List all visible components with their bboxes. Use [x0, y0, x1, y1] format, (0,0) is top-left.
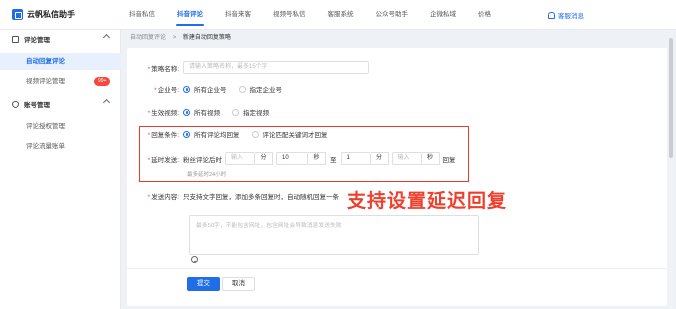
sidebar-group-label: 账号管理 — [24, 102, 50, 109]
content-row: *发送内容: 只支持文字回复，添加多条回复时，自动随机回复一条 — [127, 191, 339, 201]
nav-channels-dm[interactable]: 视频号私信 — [262, 0, 317, 30]
content-label: *发送内容: — [147, 194, 179, 201]
delay-hint: 最多延时24小时 — [187, 172, 227, 178]
radio-dot — [232, 108, 239, 116]
radio-dot — [251, 130, 259, 138]
chevron-up-icon — [102, 33, 111, 42]
cancel-button[interactable]: 取消 — [222, 277, 255, 291]
sidebar-item-video-comments[interactable]: 视频评论管理 99+ — [0, 73, 121, 90]
scrollbar-thumb[interactable] — [669, 38, 673, 158]
strategy-name-label: *策略名称: — [147, 65, 179, 73]
nav-douyin-laike[interactable]: 抖音来客 — [214, 0, 262, 30]
emoji-icon[interactable] — [191, 256, 198, 263]
delay-prefix: 粉丝评论后时 — [183, 156, 222, 164]
breadcrumb-parent[interactable]: 自动回复评论 — [130, 35, 166, 41]
breadcrumb-separator: > — [172, 35, 177, 41]
radio-all-accounts[interactable]: 所有企业号 — [183, 84, 227, 94]
unit-minutes: 分 — [255, 152, 273, 165]
delay-from-minutes-input[interactable]: 输入 — [225, 152, 255, 165]
nav-douyin-dm[interactable]: 抖音私信 — [118, 0, 166, 30]
unit-seconds: 秒 — [308, 152, 326, 165]
sidebar-item-label: 视频评论管理 — [26, 78, 65, 85]
app-logo[interactable]: 云帆私信助手 — [12, 9, 75, 20]
radio-dot — [183, 130, 190, 138]
submit-button[interactable]: 提交 — [187, 277, 220, 291]
delay-to-seconds-input[interactable]: 输入 — [391, 152, 422, 165]
service-message-label: 客服消息 — [558, 13, 584, 20]
delay-from-seconds-input[interactable]: 10 — [276, 152, 308, 165]
condition-label: *回复条件: — [147, 132, 179, 139]
sidebar-item-auto-reply[interactable]: 自动回复评论 — [0, 53, 121, 70]
scrollbar[interactable] — [669, 30, 673, 309]
nav-price[interactable]: 价格 — [467, 0, 502, 30]
radio-keyword-match[interactable]: 评论匹配关键词才回复 — [251, 129, 328, 139]
breadcrumb: 自动回复评论 > 新建自动回复策略 — [130, 31, 231, 45]
delay-to-minutes-input[interactable]: 1 — [340, 152, 371, 165]
delay-to-label: 至 — [330, 156, 337, 164]
radio-specific-account[interactable]: 指定企业号 — [238, 84, 282, 94]
bell-icon — [548, 11, 555, 19]
sidebar-group-comment[interactable]: 评论管理 — [0, 30, 121, 48]
logo-icon — [12, 9, 23, 20]
content-description: 只支持文字回复，添加多条回复时，自动随机回复一条 — [183, 194, 339, 201]
radio-dot — [238, 85, 246, 93]
nav-service-system[interactable]: 客服系统 — [317, 0, 365, 30]
delay-label: *延时发送: — [147, 156, 179, 164]
strategy-name-row: *策略名称: 请输入策略名称，最多15个字 — [127, 61, 369, 74]
nav-official-account[interactable]: 公众号助手 — [365, 0, 420, 30]
shield-icon — [12, 100, 19, 108]
chevron-up-icon — [102, 98, 111, 107]
count-badge: 99+ — [94, 77, 111, 86]
divider — [127, 268, 667, 269]
sidebar: 评论管理 自动回复评论 视频评论管理 99+ 账号管理 评论授权管理 评论流量账… — [0, 30, 121, 309]
radio-specific-video[interactable]: 指定视频 — [232, 107, 269, 117]
delay-suffix: 回复 — [442, 156, 456, 164]
app-title: 云帆私信助手 — [27, 10, 75, 19]
account-label: *企业号: — [154, 87, 179, 94]
strategy-name-input[interactable]: 请输入策略名称，最多15个字 — [183, 61, 369, 74]
unit-seconds: 秒 — [421, 152, 440, 165]
comment-manage-icon — [12, 35, 19, 43]
nav-wecom[interactable]: 企微私域 — [419, 0, 467, 30]
sidebar-group-label: 评论管理 — [24, 37, 50, 44]
video-label: *生效视频: — [147, 110, 179, 117]
sidebar-group-account[interactable]: 账号管理 — [0, 95, 121, 113]
top-navbar: 云帆私信助手 抖音私信 抖音评论 抖音来客 视频号私信 客服系统 公众号助手 企… — [0, 0, 676, 30]
condition-row: *回复条件: 所有评论均回复 评论匹配关键词才回复 — [127, 129, 340, 139]
radio-all-videos[interactable]: 所有视频 — [183, 107, 220, 117]
sidebar-item-flow-bill[interactable]: 评论流量账单 — [0, 138, 121, 155]
radio-dot — [183, 108, 190, 116]
content-textarea[interactable]: 最多50字，不能包含网址，包含网址会导致消息发送失败 — [189, 215, 479, 255]
service-message-link[interactable]: 客服消息 — [548, 10, 584, 20]
strategy-form-card: *策略名称: 请输入策略名称，最多15个字 *企业号: 所有企业号 指定企业号 … — [127, 48, 667, 306]
video-row: *生效视频: 所有视频 指定视频 — [127, 107, 281, 117]
main-nav: 抖音私信 抖音评论 抖音来客 视频号私信 客服系统 公众号助手 企微私域 价格 — [118, 0, 502, 30]
delay-row: *延时发送: 粉丝评论后时 输入 分 10 秒 至 1 分 输入 秒 回复 — [127, 152, 456, 165]
sidebar-item-auth[interactable]: 评论授权管理 — [0, 118, 121, 135]
account-row: *企业号: 所有企业号 指定企业号 — [127, 84, 294, 94]
unit-minutes: 分 — [370, 152, 389, 165]
radio-dot — [183, 85, 190, 93]
annotation-text: 支持设置延迟回复 — [347, 191, 508, 212]
breadcrumb-current: 新建自动回复策略 — [182, 35, 231, 41]
nav-douyin-comment[interactable]: 抖音评论 — [166, 0, 214, 30]
radio-reply-all[interactable]: 所有评论均回复 — [183, 129, 240, 139]
